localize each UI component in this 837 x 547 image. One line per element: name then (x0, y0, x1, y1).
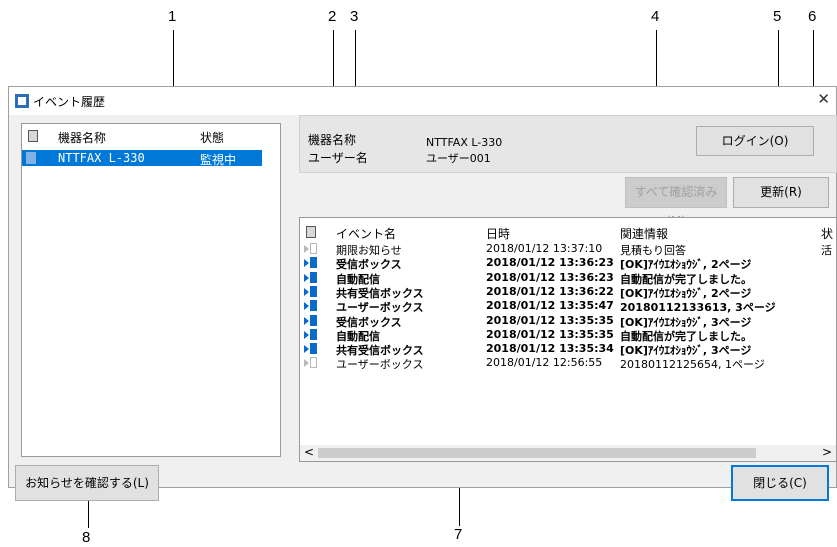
device-name-label: 機器名称 (308, 133, 357, 147)
event-row[interactable]: 期限お知らせ 2018/01/12 13:37:10 見積もり回答活 (300, 242, 836, 257)
window-title: イベント履歴 (33, 95, 106, 109)
confirm-notice-button[interactable]: お知らせを確認する(L) (15, 465, 159, 501)
scroll-right-arrow[interactable]: > (822, 445, 832, 459)
callout-3: 3 (350, 8, 359, 25)
callout-8: 8 (82, 529, 91, 546)
callout-7: 7 (454, 526, 463, 543)
event-row[interactable]: 自動配信 2018/01/12 13:35:35 自動配信が完了しました。 (300, 327, 836, 343)
event-datetime: 2018/01/12 12:56:55 (486, 356, 603, 370)
confirm-all-button[interactable]: すべて確認済み(M) (625, 177, 727, 228)
event-history-window: イベント履歴 ✕ 機器名称 状態 NTTFAX L-330 監視中 機器名称 N… (8, 86, 837, 501)
callout-1: 1 (168, 8, 177, 25)
event-row[interactable]: 共有受信ボックス 2018/01/12 13:35:34 [OK]ｱｲｳｴｵｼｮｳｼ… (300, 342, 836, 357)
event-row[interactable]: 共有受信ボックス 2018/01/12 13:36:22 [OK]ｱｲｳｴｵｼｮｳｼ… (300, 284, 836, 300)
event-datetime: 2018/01/12 13:35:35 (486, 313, 614, 327)
device-name-value: NTTFAX L-330 (426, 136, 503, 149)
event-row[interactable]: 自動配信 2018/01/12 13:36:23 自動配信が完了しました。 (300, 270, 836, 286)
event-datetime: 2018/01/12 13:36:22 (486, 284, 614, 298)
unread-event-icon (304, 314, 318, 327)
scroll-thumb[interactable] (318, 448, 756, 458)
event-col-datetime[interactable]: 日時 (486, 225, 510, 242)
event-datetime: 2018/01/12 13:36:23 (486, 256, 614, 270)
event-list: イベント名 日時 関連情報 状 期限お知らせ 2018/01/12 13:37:1… (299, 217, 837, 462)
device-col-name[interactable]: 機器名称 (58, 129, 106, 146)
app-icon (15, 94, 29, 108)
event-datetime: 2018/01/12 13:35:34 (486, 342, 614, 356)
callout-6: 6 (808, 8, 817, 25)
event-datetime: 2018/01/12 13:35:47 (486, 299, 614, 313)
unread-event-icon (304, 300, 318, 312)
device-row-status: 監視中 (200, 153, 237, 167)
callout-2: 2 (328, 8, 337, 25)
user-name-value: ユーザー001 (426, 152, 491, 165)
event-row[interactable]: 受信ボックス 2018/01/12 13:36:23 [OK]ｱｲｳｴｵｼｮｳｼﾞ,… (300, 256, 836, 271)
horizontal-scrollbar[interactable]: < > (300, 445, 836, 461)
user-name-label: ユーザー名 (308, 151, 368, 165)
event-datetime: 2018/01/12 13:36:23 (486, 270, 614, 284)
event-col-status[interactable]: 状 (821, 225, 833, 242)
event-name: ユーザーボックス (336, 358, 424, 372)
event-col-info[interactable]: 関連情報 (620, 225, 668, 242)
close-button[interactable]: 閉じる(C) (731, 465, 829, 501)
device-col-status[interactable]: 状態 (200, 129, 224, 146)
event-row[interactable]: ユーザーボックス 2018/01/12 12:56:55 2018011212565… (300, 356, 836, 372)
read-event-icon (304, 357, 318, 369)
event-row[interactable]: 受信ボックス 2018/01/12 13:35:35 [OK]ｱｲｳｴｵｼｮｳｼﾞ,… (300, 313, 836, 329)
document-icon (28, 130, 38, 142)
callout-4: 4 (651, 8, 660, 25)
title-bar: イベント履歴 ✕ (9, 87, 836, 115)
unread-event-icon (304, 285, 318, 298)
device-row[interactable]: NTTFAX L-330 監視中 (22, 150, 262, 167)
read-event-icon (304, 243, 318, 255)
event-info: 20180112125654, 1ページ (620, 358, 765, 372)
event-datetime: 2018/01/12 13:37:10 (486, 242, 603, 255)
event-datetime: 2018/01/12 13:35:35 (486, 327, 614, 341)
event-row[interactable]: ユーザーボックス 2018/01/12 13:35:47 2018011213361… (300, 299, 836, 314)
unread-event-icon (304, 343, 318, 355)
close-icon[interactable]: ✕ (817, 90, 830, 108)
device-icon (26, 152, 36, 164)
refresh-button[interactable]: 更新(R) (733, 177, 829, 208)
device-list-header: 機器名称 状態 (22, 124, 280, 148)
unread-event-icon (304, 328, 318, 341)
unread-event-icon (304, 257, 318, 269)
device-list: 機器名称 状態 NTTFAX L-330 監視中 (21, 123, 281, 457)
unread-event-icon (304, 271, 318, 284)
document-icon (306, 226, 316, 238)
device-info-box: 機器名称 NTTFAX L-330 ユーザー名 ユーザー001 ログイン(O) (299, 115, 837, 173)
scroll-left-arrow[interactable]: < (304, 445, 314, 459)
event-col-name[interactable]: イベント名 (336, 225, 396, 242)
device-row-name: NTTFAX L-330 (58, 151, 145, 165)
login-button[interactable]: ログイン(O) (696, 126, 814, 156)
callout-5: 5 (773, 8, 782, 25)
